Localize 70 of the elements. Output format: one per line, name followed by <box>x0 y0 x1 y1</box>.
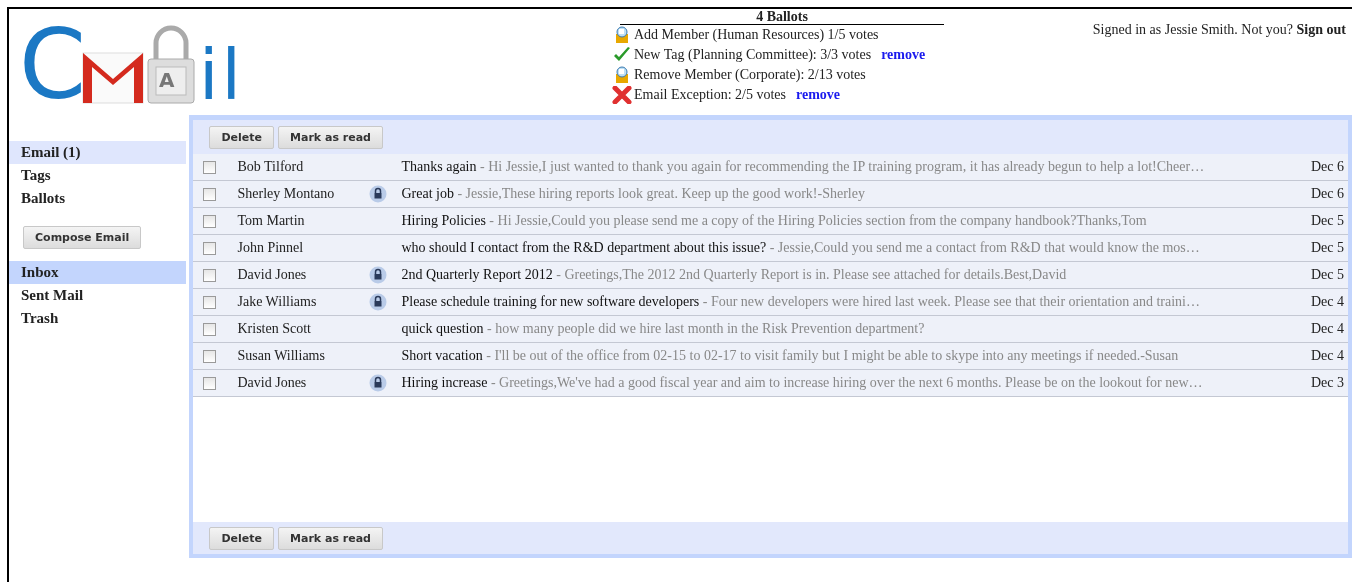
padlock-icon <box>146 25 197 105</box>
sender-name: John Pinnel <box>237 240 305 256</box>
message-row[interactable]: John Pinnel who should I contact from the R&D department about this issue? - Jessie,Could you send me a contact from R&D that would know the mos… Dec 5 <box>193 235 1348 262</box>
sender-name: Susan Williams <box>237 348 326 364</box>
sender-name: Sherley Montano <box>237 186 336 202</box>
message-preview: Hiring increase - Greetings,We've had a good fiscal year and aim to increase hiring over the next 6 months. Please be on the lookout for new… <box>401 375 1204 391</box>
x-icon <box>612 86 632 104</box>
message-row[interactable]: Jake Williams Please schedule training for new software developers - Four new developers were hired last week. Please see that their orientation and traini… Dec 4 <box>193 289 1348 316</box>
folder-item[interactable]: Inbox <box>9 261 187 284</box>
message-preview: Short vacation - I'll be out of the office from 02-15 to 02-17 to visit family but I might be able to skype into any meetings if needed.-Susan <box>401 348 1180 364</box>
logo-text: il <box>199 45 244 105</box>
checkbox[interactable] <box>203 376 217 390</box>
mark-read-button[interactable]: Mark as read <box>278 526 383 550</box>
message-date: Dec 4 <box>1309 348 1345 364</box>
signed-in-text: Signed in as Jessie Smith. Not you? <box>1092 22 1294 37</box>
message-preview: quick question - how many people did we hire last month in the Risk Prevention department? <box>401 321 926 337</box>
ballot-text: New Tag (Planning Committee): 3/3 votes <box>634 47 872 63</box>
logo-letter: A <box>159 70 175 90</box>
message-date: Dec 4 <box>1309 321 1345 337</box>
delete-button[interactable]: Delete <box>209 125 274 149</box>
folder-item[interactable]: Trash <box>9 307 187 330</box>
message-preview: 2nd Quarterly Report 2012 - Greetings,The 2012 2nd Quarterly Report is in. Please see attached for details.Best,David <box>401 267 1068 283</box>
message-date: Dec 6 <box>1309 159 1345 175</box>
message-row[interactable]: Tom Martin Hiring Policies - Hi Jessie,Could you please send me a copy of the Hiring Policies section from the company handbook?Thanks,Tom Dec 5 <box>193 208 1348 235</box>
remove-link[interactable]: remove <box>796 87 841 103</box>
compose-button[interactable]: Compose Email <box>23 226 142 249</box>
checkbox[interactable] <box>203 160 217 174</box>
message-row[interactable]: Sherley Montano Great job - Jessie,These hiring reports look great. Keep up the good work!-Sherley Dec 6 <box>193 181 1348 208</box>
message-date: Dec 5 <box>1309 267 1345 283</box>
checkbox[interactable] <box>203 295 217 309</box>
message-date: Dec 5 <box>1309 240 1345 256</box>
checkbox[interactable] <box>203 187 217 201</box>
message-row[interactable]: David Jones 2nd Quarterly Report 2012 - Greetings,The 2012 2nd Quarterly Report is in. Please see attached for details.Best,David Dec 5 <box>193 262 1348 289</box>
message-date: Dec 3 <box>1309 375 1345 391</box>
mark-read-button[interactable]: Mark as read <box>278 125 383 149</box>
checkbox[interactable] <box>203 241 217 255</box>
sidebar-item[interactable]: Email (1) <box>9 141 187 164</box>
sender-name: Tom Martin <box>237 213 306 229</box>
message-date: Dec 6 <box>1309 186 1345 202</box>
message-preview: Hiring Policies - Hi Jessie,Could you please send me a copy of the Hiring Policies section from the company handbook?Thanks,Tom <box>401 213 1148 229</box>
logo-letter: C <box>19 25 87 105</box>
checkbox[interactable] <box>203 322 217 336</box>
sender-name: David Jones <box>237 375 308 391</box>
checkbox[interactable] <box>203 268 217 282</box>
remove-link[interactable]: remove <box>881 47 926 63</box>
delete-button[interactable]: Delete <box>209 526 274 550</box>
message-row[interactable]: Bob Tilford Thanks again - Hi Jessie,I just wanted to thank you again for recommending the IP training program, it has already begun to help a lot!Cheer… Dec 6 <box>193 154 1348 181</box>
checkbox[interactable] <box>203 214 217 228</box>
message-date: Dec 5 <box>1309 213 1345 229</box>
message-row[interactable]: David Jones Hiring increase - Greetings,We've had a good fiscal year and aim to increase hiring over the next 6 months. Please be on the lookout for new… Dec 3 <box>193 370 1348 397</box>
message-preview: who should I contact from the R&D department about this issue? - Jessie,Could you send me a contact from R&D that would know the mos… <box>401 240 1201 256</box>
sender-name: Kristen Scott <box>237 321 312 337</box>
sign-out-link[interactable]: Sign out <box>1296 22 1346 37</box>
message-preview: Thanks again - Hi Jessie,I just wanted to thank you again for recommending the IP training program, it has already begun to help a lot!Cheer… <box>401 159 1206 175</box>
message-preview: Please schedule training for new software developers - Four new developers were hired last week. Please see that their orientation and traini… <box>401 294 1201 310</box>
folder-item[interactable]: Sent Mail <box>9 284 187 307</box>
sender-name: David Jones <box>237 267 308 283</box>
ballot-text: Add Member (Human Resources) 1/5 votes <box>634 27 879 43</box>
sender-name: Bob Tilford <box>237 159 305 175</box>
ballot-text: Email Exception: 2/5 votes <box>634 87 787 103</box>
message-row[interactable]: Kristen Scott quick question - how many people did we hire last month in the Risk Prevention department? Dec 4 <box>193 316 1348 343</box>
message-date: Dec 4 <box>1309 294 1345 310</box>
message-row[interactable]: Susan Williams Short vacation - I'll be out of the office from 02-15 to 02-17 to visit family but I might be able to skype into any meetings if needed.-Susan Dec 4 <box>193 343 1348 370</box>
ballots-title: 4 Ballots <box>620 9 944 25</box>
sidebar-item[interactable]: Tags <box>9 164 187 187</box>
ballot-text: Remove Member (Corporate): 2/13 votes <box>634 67 866 83</box>
message-preview: Great job - Jessie,These hiring reports look great. Keep up the good work!-Sherley <box>401 186 866 202</box>
checkbox[interactable] <box>203 349 217 363</box>
sidebar-item[interactable]: Ballots <box>9 187 187 210</box>
sender-name: Jake Williams <box>237 294 318 310</box>
